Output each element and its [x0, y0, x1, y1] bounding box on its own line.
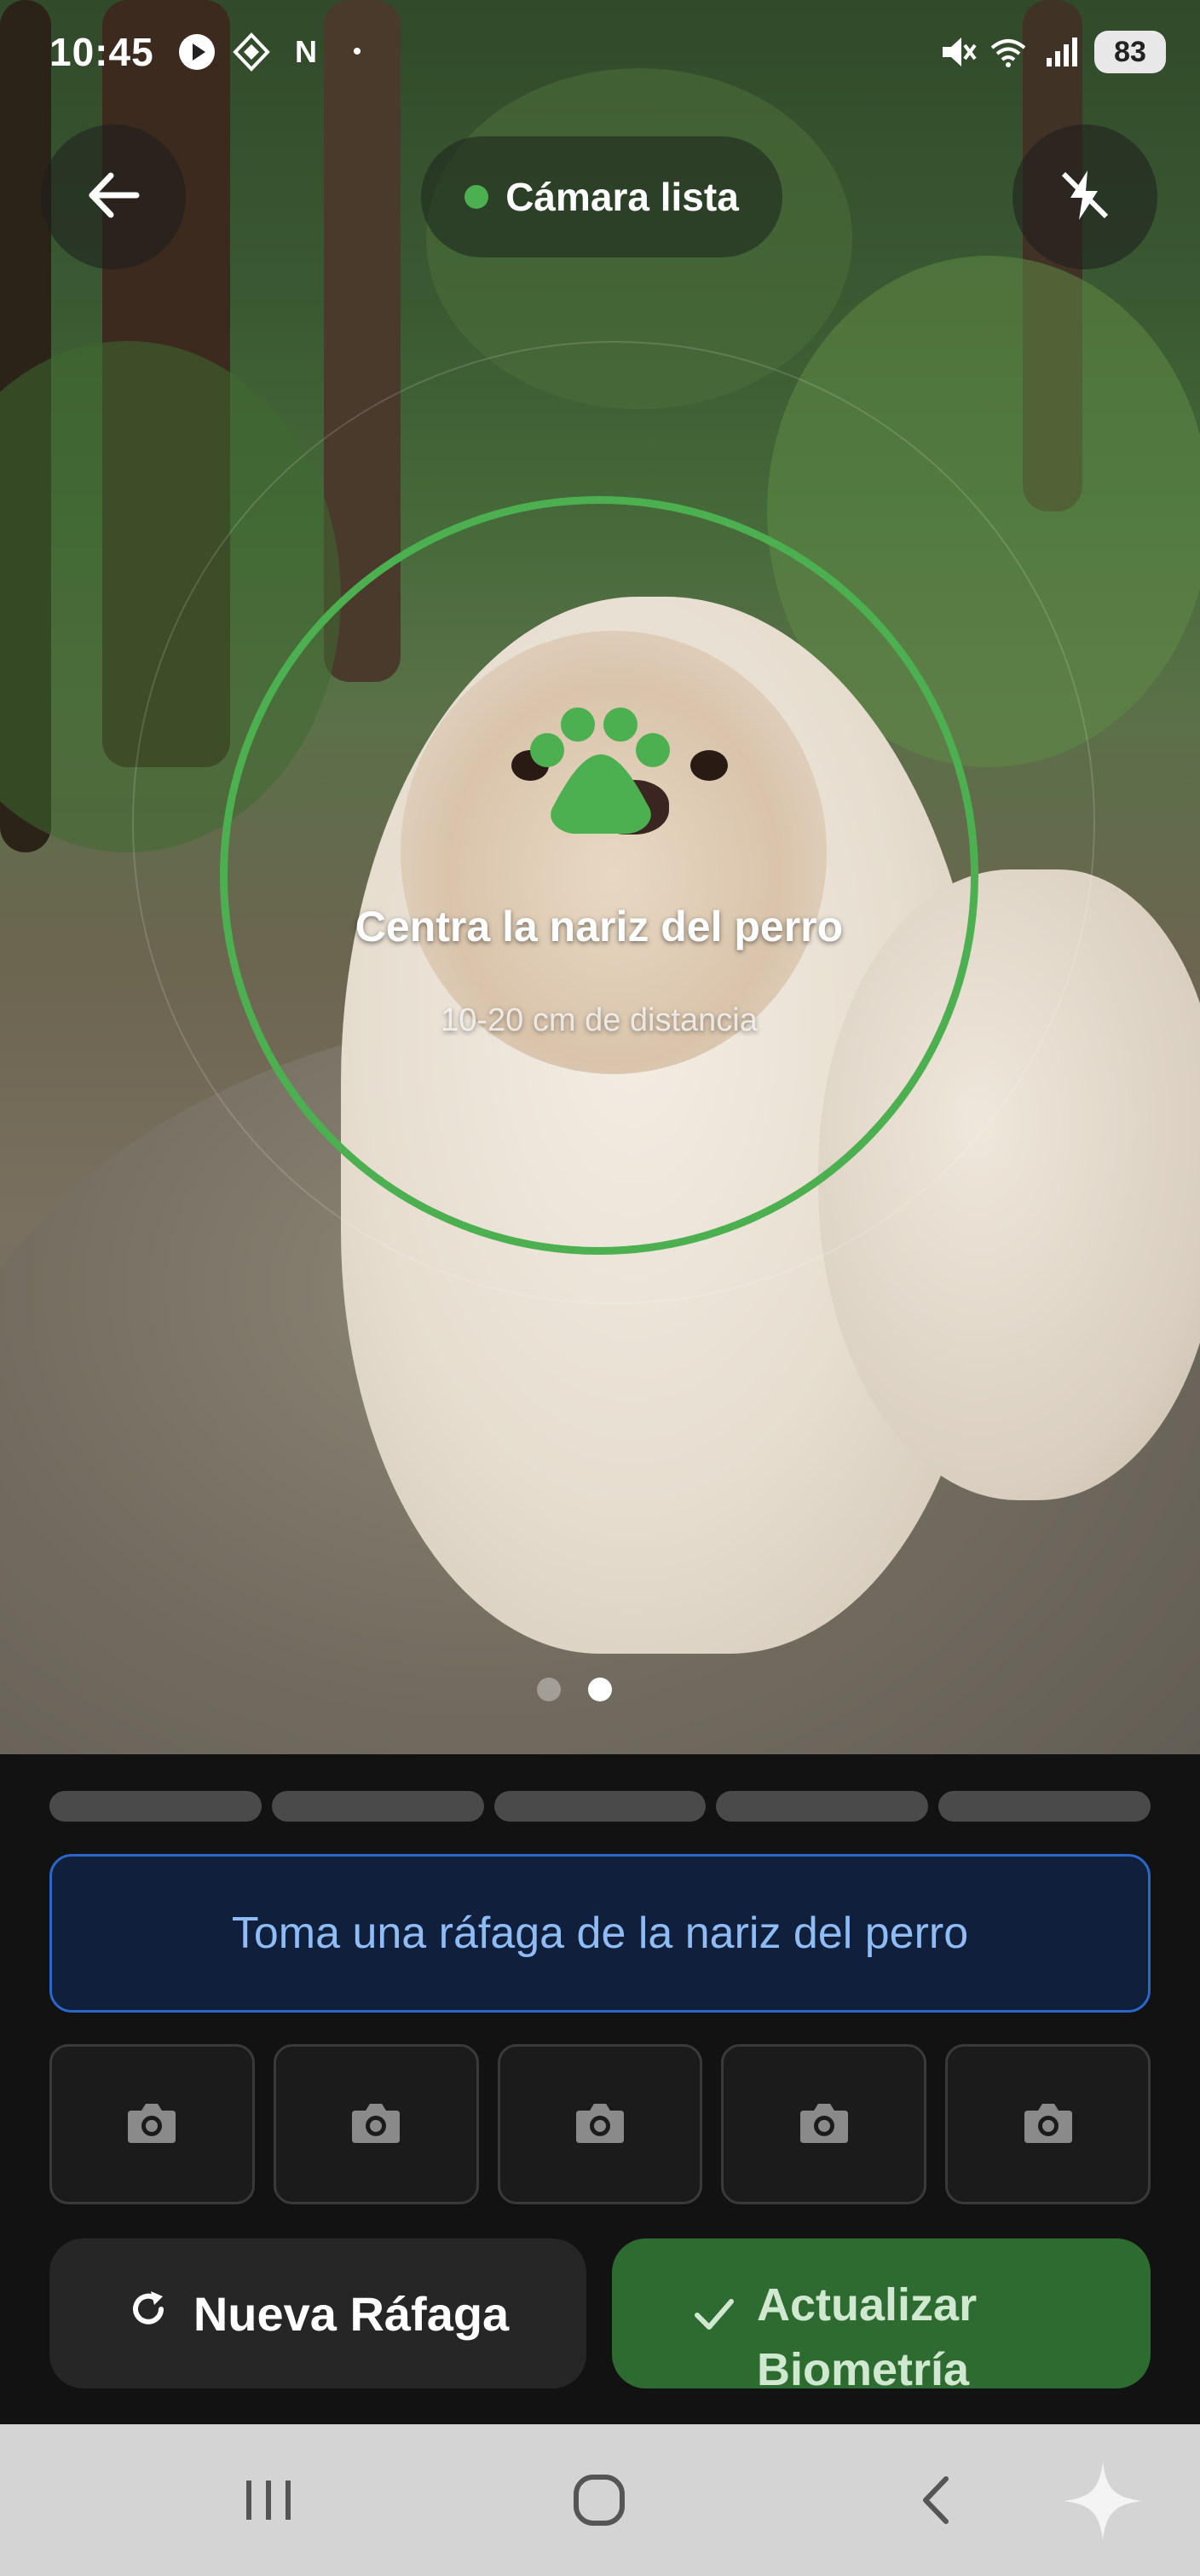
guide-title: Centra la nariz del perro [355, 903, 844, 950]
update-biometry-label: Actualizar Biometría [757, 2279, 978, 2388]
nose-guide-circle [220, 496, 978, 1255]
n-icon: N [295, 34, 317, 69]
new-burst-button[interactable]: Nueva Ráfaga [49, 2238, 586, 2388]
refresh-icon [127, 2286, 170, 2342]
page-dot[interactable] [537, 1678, 561, 1701]
battery-indicator: 83 [1094, 31, 1166, 73]
system-nav-bar [0, 2424, 1200, 2576]
guide-subtitle: 10-20 cm de distancia [441, 1002, 758, 1038]
instruction-banner: Toma una ráfaga de la nariz del perro [49, 1854, 1151, 2013]
thumbnail-slot[interactable] [497, 2044, 703, 2204]
assistant-sparkle-icon[interactable] [1060, 2458, 1145, 2548]
thumbnail-slot[interactable] [945, 2044, 1151, 2204]
recent-apps-icon[interactable] [239, 2470, 298, 2534]
arrow-left-icon [84, 165, 143, 229]
camera-icon [349, 2099, 403, 2151]
camera-status-label: Cámara lista [505, 175, 739, 219]
progress-segment [271, 1791, 484, 1822]
capture-progress [49, 1791, 1151, 1822]
progress-segment [716, 1791, 929, 1822]
camera-status-pill: Cámara lista [421, 136, 782, 257]
shield-icon [232, 32, 271, 72]
back-button[interactable] [41, 124, 186, 269]
mute-icon [938, 32, 977, 72]
flash-toggle-button[interactable] [1012, 124, 1157, 269]
instruction-text: Toma una ráfaga de la nariz del perro [231, 1909, 969, 1958]
camera-icon [124, 2099, 179, 2151]
update-biometry-button[interactable]: Actualizar Biometría [612, 2238, 1151, 2388]
flash-off-icon [1055, 165, 1115, 229]
home-icon[interactable] [569, 2470, 629, 2534]
status-time: 10:45 [49, 30, 154, 74]
status-dot [464, 185, 489, 209]
progress-segment [493, 1791, 707, 1822]
burst-thumbnails [49, 2044, 1151, 2204]
paw-icon [520, 699, 682, 835]
progress-segment [938, 1791, 1151, 1822]
back-nav-icon[interactable] [907, 2470, 966, 2534]
camera-icon [1021, 2099, 1076, 2151]
play-icon [177, 32, 216, 72]
thumbnail-slot[interactable] [49, 2044, 255, 2204]
new-burst-label: Nueva Ráfaga [193, 2286, 510, 2341]
page-dot-active[interactable] [588, 1678, 612, 1701]
camera-icon [797, 2099, 851, 2151]
thumbnail-slot[interactable] [721, 2044, 927, 2204]
signal-icon [1041, 32, 1081, 72]
check-icon [690, 2290, 738, 2348]
thumbnail-slot[interactable] [273, 2044, 479, 2204]
camera-icon [573, 2099, 627, 2151]
progress-segment [49, 1791, 262, 1822]
status-bar: 10:45 N • 83 [0, 0, 1200, 102]
page-indicator [537, 1678, 612, 1701]
wifi-icon [989, 32, 1028, 72]
more-notifications-dot-icon: • [352, 38, 362, 66]
